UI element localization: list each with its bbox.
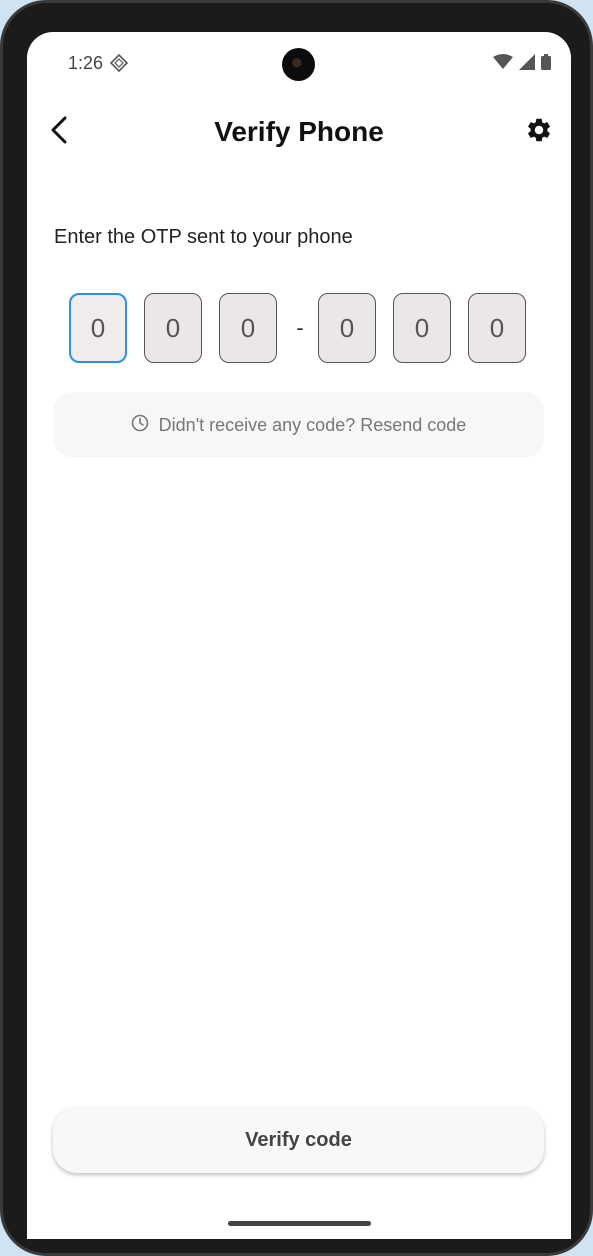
otp-digit-1[interactable]: 0 xyxy=(69,293,127,363)
settings-button[interactable] xyxy=(521,114,557,150)
status-bar: 1:26 xyxy=(27,32,571,96)
resend-code-button[interactable]: Didn't receive any code? Resend code xyxy=(53,392,544,458)
clock-icon xyxy=(131,414,149,437)
otp-digit-4[interactable]: 0 xyxy=(318,293,376,363)
otp-digit-2[interactable]: 0 xyxy=(144,293,202,363)
app-screen: 1:26 Verify Phone Enter the OTP sent to … xyxy=(27,32,571,1239)
notification-icon xyxy=(109,53,129,73)
gear-icon xyxy=(525,116,553,149)
otp-separator: - xyxy=(296,315,304,340)
verify-code-button[interactable]: Verify code xyxy=(53,1107,544,1173)
app-bar: Verify Phone xyxy=(27,96,571,170)
status-icons xyxy=(493,53,551,75)
otp-digit-5[interactable]: 0 xyxy=(393,293,451,363)
otp-digit-3[interactable]: 0 xyxy=(219,293,277,363)
otp-prompt: Enter the OTP sent to your phone xyxy=(54,226,353,248)
battery-icon xyxy=(541,53,551,75)
wifi-icon xyxy=(493,53,513,75)
home-indicator[interactable] xyxy=(228,1221,371,1226)
resend-code-label: Didn't receive any code? Resend code xyxy=(158,414,467,435)
phone-frame: 1:26 Verify Phone Enter the OTP sent to … xyxy=(0,0,593,1256)
status-time: 1:26 xyxy=(68,53,104,73)
front-camera xyxy=(282,48,315,81)
otp-input-group: 0 0 0 - 0 0 0 xyxy=(69,293,529,366)
signal-icon xyxy=(519,53,535,75)
page-title: Verify Phone xyxy=(214,116,384,147)
otp-digit-6[interactable]: 0 xyxy=(468,293,526,363)
